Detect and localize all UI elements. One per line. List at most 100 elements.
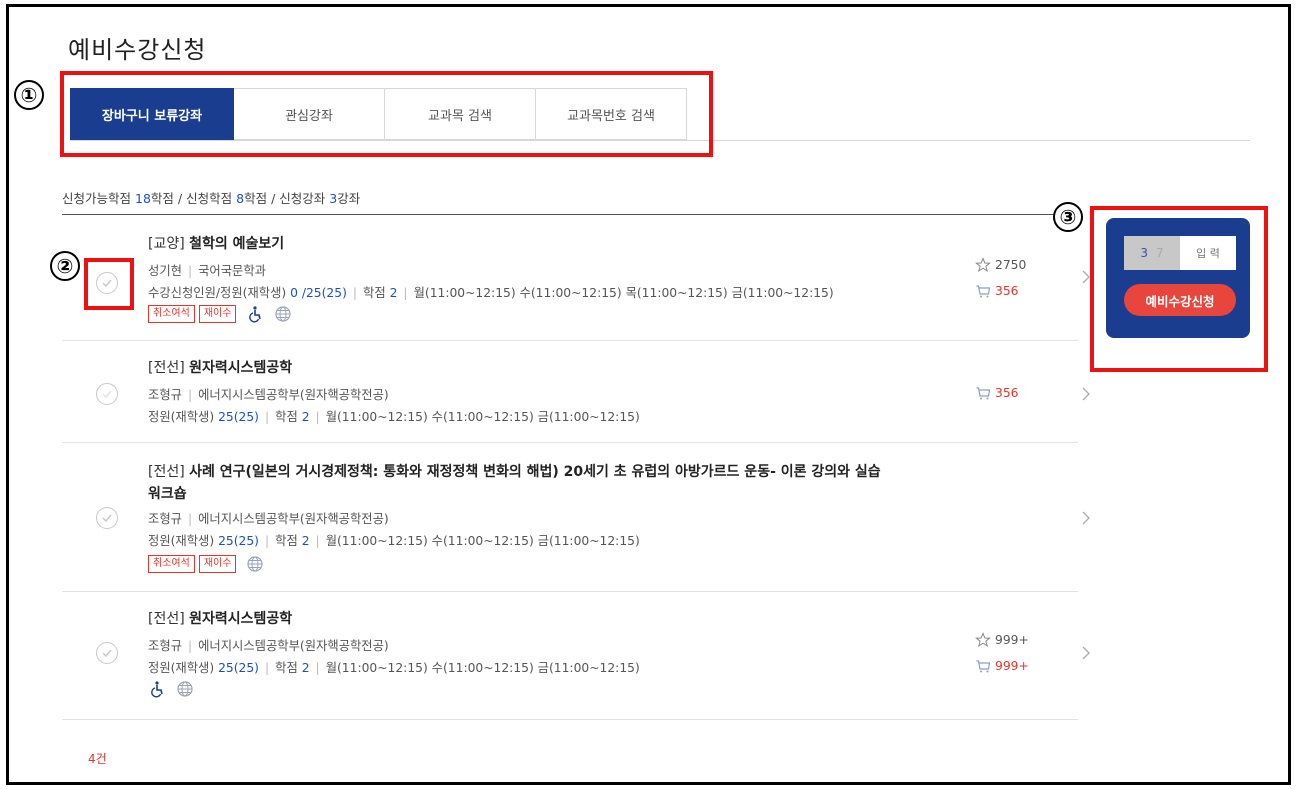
credit-label: 학점: [275, 661, 298, 675]
available-credits-value: 18: [135, 191, 151, 206]
credit-label: 학점: [363, 286, 386, 300]
department-name: 에너지시스템공학부(원자핵공학전공): [198, 388, 389, 402]
course-instructor-line: 조형규 | 에너지시스템공학부(원자핵공학전공): [148, 639, 389, 653]
capacity-label: 정원(재학생): [148, 661, 215, 675]
interest-count[interactable]: 2750: [975, 257, 1026, 273]
department-name: 국어국문학과: [198, 264, 266, 278]
check-icon: [102, 390, 112, 399]
course-title: [전선] 원자력시스템공학: [148, 608, 1008, 630]
course-instructor-line: 조형규 | 에너지시스템공학부(원자핵공학전공): [148, 388, 389, 402]
globe-icon: [176, 680, 194, 698]
star-icon: [975, 632, 991, 648]
course-name[interactable]: 사례 연구(일본의 거시경제정책: 통화와 재정정책 변화의 해법) 20세기 …: [189, 464, 881, 480]
credit-value: 2: [301, 410, 310, 424]
cart-icon: [976, 285, 991, 298]
course-name[interactable]: 원자력시스템공학: [189, 611, 292, 627]
annotation-number-1: ①: [14, 80, 44, 110]
tag-retake: 재이수: [198, 555, 237, 573]
capacity-label: 정원(재학생): [148, 534, 215, 548]
course-category: [교양]: [148, 236, 185, 252]
tag-cancel-seat: 취소여석: [148, 555, 195, 573]
cart-count-value: 356: [995, 386, 1019, 400]
capacity-value: 25(25): [218, 661, 259, 675]
cart-count-value: 999+: [995, 659, 1029, 673]
tag-retake: 재이수: [198, 305, 237, 323]
department-name: 에너지시스템공학부(원자핵공학전공): [198, 512, 389, 526]
chevron-right-icon[interactable]: [1081, 387, 1091, 401]
credit-value: 2: [301, 534, 310, 548]
applied-courses-unit: 강좌: [337, 191, 361, 206]
interest-count-value: 2750: [995, 258, 1027, 272]
schedule: 월(11:00~12:15) 수(11:00~12:15) 목(11:00~12…: [413, 286, 834, 300]
credit-label: 학점: [275, 534, 298, 548]
annotation-number-2: ②: [50, 251, 80, 281]
course-tags: [148, 680, 194, 698]
chevron-right-icon[interactable]: [1081, 511, 1091, 525]
course-row[interactable]: [전선] 원자력시스템공학 조형규 | 에너지시스템공학부(원자핵공학전공) 정원(…: [62, 341, 1090, 443]
credit-label: 학점: [275, 410, 298, 424]
course-instructor-line: 성기현 | 국어국문학과: [148, 264, 266, 278]
course-category: [전선]: [148, 464, 185, 480]
course-row[interactable]: [전선] 원자력시스템공학 조형규 | 에너지시스템공학부(원자핵공학전공) 정원(…: [62, 592, 1090, 720]
capacity-value: 0 /25(25): [290, 286, 347, 300]
course-title: [전선] 원자력시스템공학: [148, 357, 1008, 379]
professor-name: 조형규: [148, 512, 182, 526]
capacity-label: 정원(재학생): [148, 410, 215, 424]
annotation-box-2: [84, 258, 134, 310]
check-icon: [102, 649, 112, 658]
annotation-box-3: [1090, 206, 1268, 372]
schedule: 월(11:00~12:15) 수(11:00~12:15) 금(11:00~12…: [325, 661, 640, 675]
professor-name: 성기현: [148, 264, 182, 278]
page-title: 예비수강신청: [68, 36, 207, 64]
cart-count-value: 356: [995, 284, 1019, 298]
summary-separator: /: [271, 191, 276, 206]
annotation-box-1: [60, 71, 713, 157]
wheelchair-icon: [246, 305, 264, 323]
result-count: 4건: [88, 752, 107, 766]
course-name[interactable]: 철학의 예술보기: [189, 236, 284, 252]
schedule: 월(11:00~12:15) 수(11:00~12:15) 금(11:00~12…: [325, 410, 640, 424]
course-tags: 취소여석 재이수: [148, 555, 264, 573]
interest-count-value: 999+: [995, 633, 1029, 647]
wheelchair-icon: [148, 680, 166, 698]
department-name: 에너지시스템공학부(원자핵공학전공): [198, 639, 389, 653]
capacity-value: 25(25): [218, 410, 259, 424]
chevron-right-icon[interactable]: [1081, 646, 1091, 660]
course-detail-line: 정원(재학생) 25(25) | 학점 2 | 월(11:00~12:15) 수(11:…: [148, 410, 640, 424]
applied-credits-value: 8: [236, 191, 245, 206]
course-name[interactable]: 원자력시스템공학: [189, 360, 292, 376]
star-icon: [975, 257, 991, 273]
interest-count[interactable]: 999+: [975, 632, 1029, 648]
select-checkbox[interactable]: [96, 383, 118, 405]
select-checkbox[interactable]: [96, 642, 118, 664]
cart-count[interactable]: 999+: [975, 658, 1029, 674]
globe-icon: [274, 305, 292, 323]
course-detail-line: 수강신청인원/정원(재학생) 0 /25(25) | 학점 2 | 월(11:00~12…: [148, 286, 834, 300]
cart-count[interactable]: 356: [975, 385, 1018, 401]
cart-icon: [976, 387, 991, 400]
credit-value: 2: [301, 661, 310, 675]
cart-icon: [976, 660, 991, 673]
applied-credits-label: 신청학점: [186, 191, 233, 206]
globe-icon: [246, 555, 264, 573]
cart-count[interactable]: 356: [975, 283, 1018, 299]
applied-courses-label: 신청강좌: [279, 191, 326, 206]
course-name-continued[interactable]: 워크숍: [148, 486, 187, 502]
check-icon: [102, 514, 112, 523]
capacity-label: 수강신청인원/정원(재학생): [148, 286, 287, 300]
course-category: [전선]: [148, 611, 185, 627]
course-title: [전선] 사례 연구(일본의 거시경제정책: 통화와 재정정책 변화의 해법) …: [148, 461, 1008, 505]
professor-name: 조형규: [148, 639, 182, 653]
tag-cancel-seat: 취소여석: [148, 305, 195, 323]
professor-name: 조형규: [148, 388, 182, 402]
summary-separator: /: [177, 191, 183, 206]
course-title: [교양] 철학의 예술보기: [148, 233, 1008, 255]
course-detail-line: 정원(재학생) 25(25) | 학점 2 | 월(11:00~12:15) 수(11:…: [148, 661, 640, 675]
applied-credits-unit: 학점: [244, 191, 268, 206]
course-detail-line: 정원(재학생) 25(25) | 학점 2 | 월(11:00~12:15) 수(11:…: [148, 534, 640, 548]
course-category: [전선]: [148, 360, 185, 376]
select-checkbox[interactable]: [96, 507, 118, 529]
course-row[interactable]: [전선] 사례 연구(일본의 거시경제정책: 통화와 재정정책 변화의 해법) …: [62, 443, 1090, 592]
course-row[interactable]: [교양] 철학의 예술보기 성기현 | 국어국문학과 수강신청인원/정원(재학생) …: [62, 215, 1090, 341]
course-tags: 취소여석 재이수: [148, 305, 292, 323]
